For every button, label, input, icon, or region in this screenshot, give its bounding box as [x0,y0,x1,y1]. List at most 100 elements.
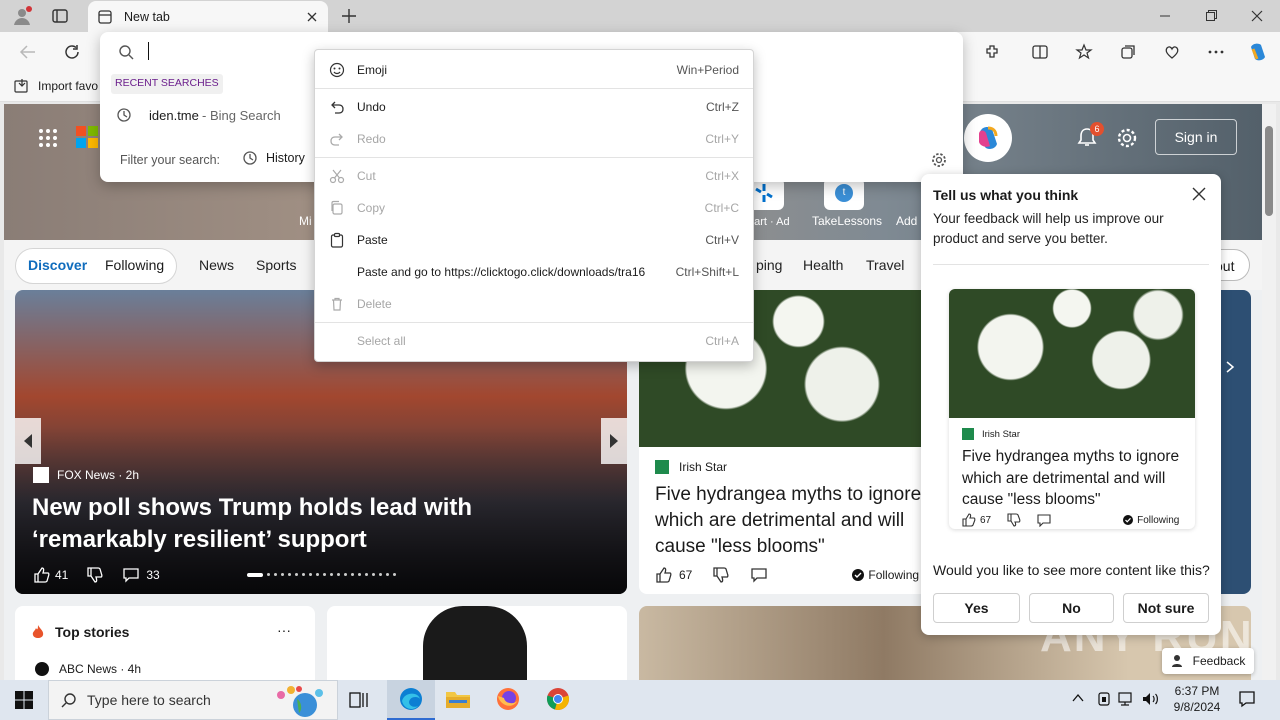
windows-logo-icon [15,691,33,709]
nav-item-travel[interactable]: Travel [866,257,904,273]
collections-icon[interactable] [1116,40,1140,64]
carousel-prev-button[interactable] [15,418,41,464]
taskbar-search-box[interactable]: Type here to search [48,680,338,720]
scrollbar-track[interactable] [1262,104,1276,680]
hydrangea-image [949,289,1195,418]
firefox-icon[interactable] [495,686,521,712]
network-icon[interactable] [1118,691,1136,707]
nav-item-shopping[interactable]: ping [756,257,782,273]
close-icon[interactable] [1192,187,1206,201]
file-explorer-icon[interactable] [445,688,471,710]
tab-new-tab[interactable]: New tab [88,1,328,32]
recent-search-item[interactable]: iden.tme - Bing Search [100,102,313,130]
feedback-not-sure-button[interactable]: Not sure [1123,593,1209,623]
menu-item-redo[interactable]: Redo Ctrl+Y [315,124,753,154]
more-options-button[interactable]: ··· [277,622,291,638]
maximize-icon[interactable] [1188,0,1234,32]
settings-more-icon[interactable] [1204,40,1228,64]
split-screen-icon[interactable] [1028,40,1052,64]
clock-time: 6:37 PM [1174,684,1220,698]
refresh-icon[interactable] [60,40,84,64]
battery-device-icon[interactable] [1096,691,1112,707]
microsoft-logo-icon [76,126,98,148]
quicklink-label: Add [896,214,918,228]
copilot-button[interactable] [964,114,1012,162]
story-source: Irish Star [962,428,1020,440]
hero-headline[interactable]: New poll shows Trump holds lead with ‘re… [32,492,612,556]
nav-item-health[interactable]: Health [803,257,843,273]
menu-item-undo[interactable]: Undo Ctrl+Z [315,92,753,122]
taskbar-edge[interactable] [387,680,435,720]
tab-discover[interactable]: Discover [28,257,87,273]
quicklink-takelessons[interactable]: t [824,178,864,210]
favorites-star-icon[interactable] [1072,40,1096,64]
feedback-no-button[interactable]: No [1029,593,1114,623]
feedback-description: Your feedback will help us improve our p… [933,211,1164,246]
menu-item-emoji[interactable]: Emoji Win+Period [315,55,753,85]
quicklink-label: nart · Ad [748,216,790,228]
thumbs-up-icon[interactable] [33,566,51,584]
notification-center-icon[interactable] [1238,690,1256,708]
search-icon [118,44,134,60]
chrome-icon[interactable] [545,686,571,712]
menu-item-delete[interactable]: Delete [315,289,753,319]
story-headline: Five hydrangea myths to ignore which are… [962,448,1180,508]
close-window-icon[interactable] [1234,0,1280,32]
shopping-card[interactable] [327,606,627,680]
show-hidden-icons-chevron-icon[interactable] [1072,692,1084,704]
copy-icon [329,200,345,216]
filter-history-chip[interactable]: History [242,150,305,166]
hero-reactions: 41 33 [33,566,160,584]
start-button[interactable] [0,680,48,720]
tab-following[interactable]: Following [105,257,164,273]
address-input[interactable] [148,40,308,64]
menu-item-copy[interactable]: Copy Ctrl+C [315,193,753,223]
back-arrow-icon[interactable] [16,40,40,64]
tab-actions-icon[interactable] [52,8,68,24]
extensions-icon[interactable] [980,40,1004,64]
copilot-logo-icon [974,124,1002,152]
close-tab-icon[interactable] [306,11,318,23]
cut-scissors-icon [329,168,345,184]
search-highlight-globe-icon [269,683,329,717]
new-tab-plus-icon[interactable] [340,7,358,25]
menu-item-select-all[interactable]: Select all Ctrl+A [315,326,753,356]
apps-grid-icon[interactable] [38,128,58,148]
abc-news-logo-icon [35,662,49,676]
paste-clipboard-icon [329,232,345,248]
top-stories-title: Top stories [55,624,130,640]
scrollbar-thumb[interactable] [1265,126,1273,216]
sign-in-button[interactable]: Sign in [1155,119,1237,155]
system-clock[interactable]: 6:37 PM 9/8/2024 [1168,683,1226,715]
comment-icon [1037,513,1051,527]
story-headline[interactable]: Five hydrangea myths to ignore which are… [655,482,927,560]
task-view-icon[interactable] [348,690,370,710]
search-settings-gear-icon[interactable] [931,152,947,168]
redo-icon [329,131,345,147]
volume-speaker-icon[interactable] [1142,691,1160,707]
nav-item-news[interactable]: News [199,257,234,273]
text-cursor [148,42,149,60]
nav-item-sports[interactable]: Sports [256,257,296,273]
menu-item-cut[interactable]: Cut Ctrl+X [315,161,753,191]
chevron-right-icon[interactable] [1225,360,1235,374]
carousel-next-button[interactable] [601,418,627,464]
comment-icon[interactable] [750,566,768,584]
import-favorites-link[interactable]: Import favo [14,78,98,94]
profile-icon[interactable] [12,6,32,26]
thumbs-up-icon[interactable] [655,566,673,584]
menu-item-paste-and-go[interactable]: Paste and go to https://clicktogo.click/… [315,257,753,287]
carousel-indicator[interactable] [247,573,396,577]
browser-essentials-icon[interactable] [1160,40,1184,64]
page-settings-gear-icon[interactable] [1116,127,1138,149]
menu-item-paste[interactable]: Paste Ctrl+V [315,225,753,255]
following-check-icon [1123,515,1134,525]
undo-icon [329,99,345,115]
thumbs-down-icon[interactable] [86,566,104,584]
copilot-icon[interactable] [1246,40,1270,64]
thumbs-down-icon[interactable] [712,566,730,584]
clock-date: 9/8/2024 [1173,700,1221,714]
comment-icon[interactable] [122,566,140,584]
feedback-yes-button[interactable]: Yes [933,593,1020,623]
minimize-icon[interactable] [1142,0,1188,32]
